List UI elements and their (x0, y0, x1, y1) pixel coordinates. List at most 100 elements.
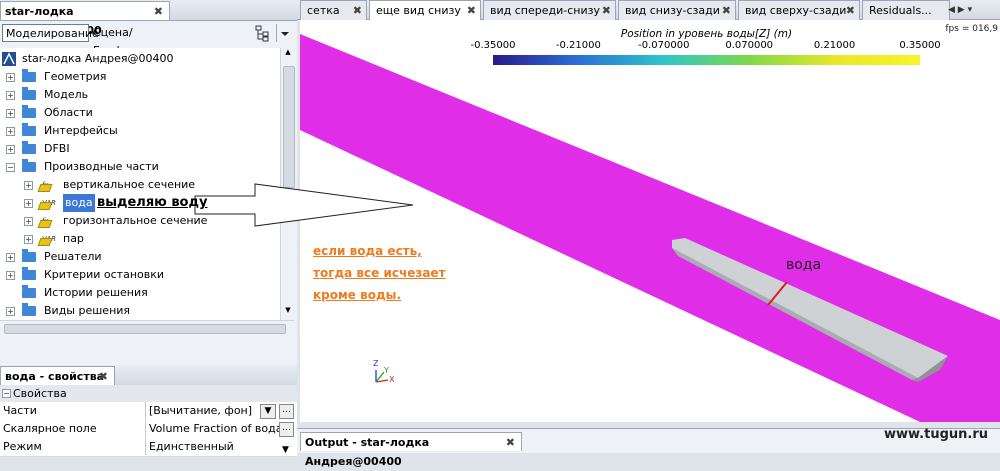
filter-icon[interactable]: ▼ (260, 404, 276, 419)
tree-item[interactable]: Истории решения (0, 284, 280, 302)
view-tab[interactable]: вид спереди-снизу ✖ (483, 0, 616, 20)
expand-icon[interactable]: + (6, 145, 15, 154)
tree-item-label: Виды решения (44, 304, 131, 317)
expand-icon[interactable]: + (24, 199, 33, 208)
props-section-header[interactable]: − Свойства (0, 385, 297, 402)
expand-icon[interactable]: + (6, 253, 15, 262)
expand-icon[interactable]: + (6, 307, 15, 316)
scroll-down-icon[interactable]: ▼ (283, 306, 293, 316)
tree-item[interactable]: + Модель (0, 86, 280, 104)
folder-icon (22, 141, 36, 154)
tree-item[interactable]: + Виды решения (0, 302, 280, 320)
property-value[interactable]: Volume Fraction of вода (145, 420, 295, 437)
property-row[interactable]: Скалярное поле Volume Fraction of вода… (0, 420, 297, 439)
chevron-down-icon[interactable] (276, 24, 293, 42)
ellipsis-button[interactable]: … (279, 422, 294, 437)
collapse-icon[interactable]: − (2, 389, 11, 398)
scroll-up-icon[interactable]: ▲ (283, 48, 293, 58)
tree-item-label: Геометрия (44, 70, 107, 83)
expand-icon[interactable]: + (24, 181, 33, 190)
tree-horizontal-scrollbar[interactable] (0, 320, 294, 337)
tab-scene-plot[interactable]: Сцена/График (90, 24, 170, 57)
folder-icon (22, 105, 36, 118)
props-tab-title: вода - свойства (5, 370, 105, 383)
close-icon[interactable]: ✖ (506, 433, 515, 452)
tree-item[interactable]: + fx горизонтальное сечение (0, 212, 280, 230)
tab-list-icon[interactable]: ▾ (968, 5, 973, 15)
tree-item[interactable]: + Интерфейсы (0, 122, 280, 140)
output-tab[interactable]: Output - star-лодка Андрея@00400 ✖ (300, 432, 522, 468)
part-badge: VAR (42, 235, 56, 243)
dropdown-arrow-icon[interactable]: ▼ (279, 441, 292, 455)
tree-structure-icon[interactable] (254, 24, 270, 42)
folder-icon (22, 123, 36, 136)
tree-item[interactable]: + Области (0, 104, 280, 122)
close-icon[interactable]: ✖ (99, 367, 108, 386)
tree-root-label: star-лодка Андрея@00400 (22, 52, 174, 65)
formula-part-icon: fx (38, 177, 54, 193)
output-panel: Output - star-лодка Андрея@00400 ✖ www.t… (297, 427, 1000, 468)
tree-item[interactable]: + DFBI (0, 140, 280, 158)
hscroll-thumb[interactable] (4, 324, 286, 334)
tree-item[interactable]: + Геометрия (0, 68, 280, 86)
collapse-icon[interactable]: − (6, 163, 15, 172)
folder-icon (22, 285, 36, 298)
property-row[interactable]: Части [Вычитание, фон] ▼… (0, 402, 297, 421)
property-key: Режим (3, 440, 42, 453)
output-tab-title: Output - star-лодка Андрея@00400 (305, 436, 430, 468)
view-tab[interactable]: вид снизу-сзади ✖ (618, 0, 736, 20)
tab-scroll-controls[interactable]: ◀ ▶ ▾ (948, 1, 998, 19)
view-tab[interactable]: Residuals... (862, 0, 950, 20)
fps-readout: fps = 016,9 (945, 24, 998, 34)
sim-tab[interactable]: star-лодка Андрея@00400 ✖ (0, 1, 170, 37)
folder-icon (22, 303, 36, 316)
scene-viewport[interactable]: fps = 016,9 Position in уровень воды[Z] … (300, 20, 1000, 422)
expand-icon[interactable]: + (6, 127, 15, 136)
tree-item[interactable]: + Критерии остановки (0, 266, 280, 284)
tree-item-label: Области (44, 106, 93, 119)
axis-label-z: Z (373, 359, 379, 368)
view-tab-label: вид сверху-сзади (745, 4, 847, 17)
tree-item[interactable]: + fx вертикальное сечение (0, 176, 280, 194)
close-icon[interactable]: ✖ (467, 1, 476, 20)
close-icon[interactable]: ✖ (722, 1, 731, 20)
tree-item[interactable]: + Решатели (0, 248, 280, 266)
view-tab[interactable]: сетка ✖ (300, 0, 367, 20)
close-icon[interactable]: ✖ (846, 1, 855, 20)
expand-icon[interactable]: + (6, 91, 15, 100)
view-tab[interactable]: еще вид снизу ✖ (369, 0, 481, 20)
watermark: www.tugun.ru (883, 427, 988, 442)
close-icon[interactable]: ✖ (154, 2, 163, 21)
expand-icon[interactable]: + (24, 235, 33, 244)
ellipsis-button[interactable]: … (279, 404, 294, 419)
tree-item-label: DFBI (44, 142, 70, 155)
view-tab-label: сетка (307, 4, 340, 17)
tree-item[interactable]: − Производные части (0, 158, 280, 176)
tab-scroll-left-icon[interactable]: ◀ (948, 5, 955, 15)
view-tab-label: вид снизу-сзади (625, 4, 720, 17)
property-row[interactable]: Режим Единственный ▼ (0, 438, 297, 457)
props-section-label: Свойства (13, 387, 67, 400)
tree-item-label: вертикальное сечение (63, 178, 196, 191)
scene-canvas (300, 34, 1000, 422)
expand-icon[interactable]: + (6, 109, 15, 118)
close-icon[interactable]: ✖ (353, 1, 362, 20)
colorbar-tick: 0.21000 (813, 40, 856, 51)
tree-item-label: вода (63, 194, 95, 212)
close-icon[interactable]: ✖ (602, 1, 611, 20)
view-tab[interactable]: вид сверху-сзади ✖ (738, 0, 860, 20)
scroll-thumb[interactable] (283, 66, 295, 188)
expand-icon[interactable]: + (6, 73, 15, 82)
variable-part-icon: VAR (38, 195, 56, 211)
property-key: Скалярное поле (3, 422, 97, 435)
tree-item[interactable]: + VAR пар (0, 230, 280, 248)
tree-vertical-scrollbar[interactable]: ▲ ▼ (280, 48, 295, 320)
property-value[interactable]: Единственный (145, 438, 295, 455)
expand-icon[interactable]: + (24, 217, 33, 226)
view-tab-label: Residuals... (869, 4, 932, 17)
expand-icon[interactable]: + (6, 271, 15, 280)
tab-modeling[interactable]: Моделирование (2, 24, 99, 42)
props-tab[interactable]: вода - свойства ✖ (0, 366, 115, 385)
tab-scroll-right-icon[interactable]: ▶ (958, 5, 965, 15)
colorbar-title: Position in уровень воды[Z] (m) (620, 28, 793, 40)
